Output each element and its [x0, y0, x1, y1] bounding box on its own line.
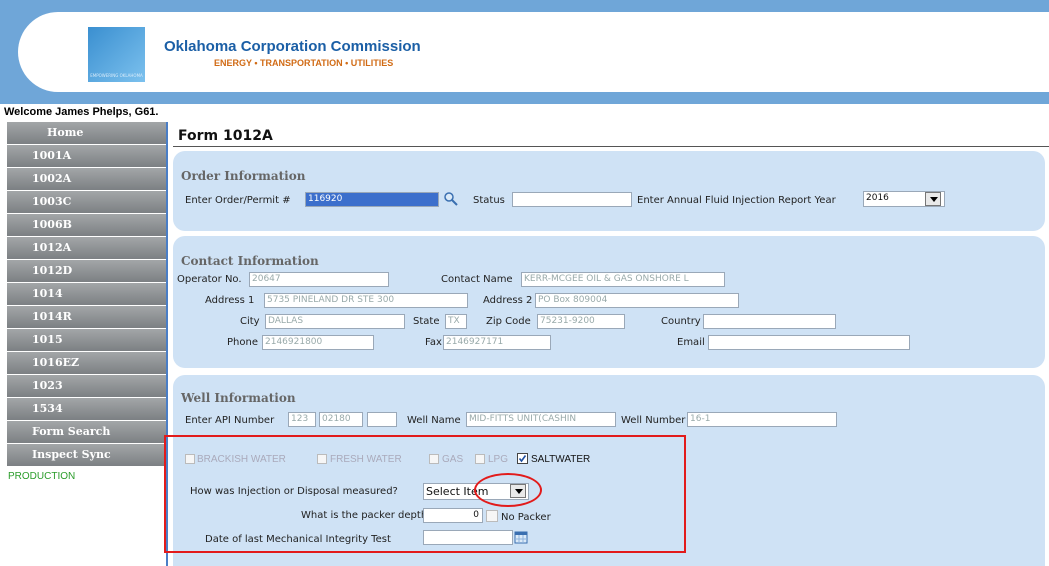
order-information-panel: Order Information Enter Order/Permit # 1…	[173, 151, 1045, 231]
page-title: Form 1012A	[178, 128, 273, 144]
title-divider	[173, 146, 1049, 147]
api-number-part2[interactable]: 02180	[319, 412, 363, 427]
phone-input[interactable]: 2146921800	[262, 335, 374, 350]
api-number-part1[interactable]: 123	[288, 412, 316, 427]
status-input[interactable]	[512, 192, 632, 207]
country-input[interactable]	[703, 314, 836, 329]
fax-label: Fax	[425, 337, 442, 348]
fax-input[interactable]: 2146927171	[443, 335, 551, 350]
app-header: EMPOWERING OKLAHOMA Oklahoma Corporation…	[0, 0, 1049, 104]
permit-input[interactable]: 116920	[305, 192, 439, 207]
contact-name-label: Contact Name	[441, 274, 513, 285]
sidebar: Home 1001A 1002A 1003C 1006B 1012A 1012D…	[7, 122, 167, 566]
sidebar-item-1002a[interactable]: 1002A	[7, 168, 167, 190]
email-input[interactable]	[708, 335, 910, 350]
sidebar-item-1012d[interactable]: 1012D	[7, 260, 167, 282]
year-label: Enter Annual Fluid Injection Report Year	[637, 195, 836, 206]
contact-name-input[interactable]: KERR-MCGEE OIL & GAS ONSHORE L	[521, 272, 725, 287]
org-subtitle: ENERGY • TRANSPORTATION • UTILITIES	[214, 58, 394, 68]
occ-logo: EMPOWERING OKLAHOMA	[88, 27, 145, 82]
city-input[interactable]: DALLAS	[265, 314, 405, 329]
highlight-box	[164, 435, 686, 553]
email-label: Email	[677, 337, 705, 348]
sidebar-item-1014r[interactable]: 1014R	[7, 306, 167, 328]
state-label: State	[413, 316, 440, 327]
country-label: Country	[661, 316, 701, 327]
sidebar-item-form-search[interactable]: Form Search	[7, 421, 167, 443]
well-number-label: Well Number	[621, 415, 686, 426]
search-icon[interactable]	[443, 191, 459, 207]
permit-label: Enter Order/Permit #	[185, 195, 291, 206]
welcome-text: Welcome James Phelps, G61.	[4, 106, 159, 118]
state-input[interactable]: TX	[445, 314, 467, 329]
logo-text: EMPOWERING OKLAHOMA	[90, 73, 143, 78]
contact-information-panel: Contact Information Operator No. 20647 C…	[173, 236, 1045, 368]
address2-input[interactable]: PO Box 809004	[535, 293, 739, 308]
contact-information-title: Contact Information	[181, 254, 319, 268]
environment-label: PRODUCTION	[8, 471, 76, 482]
sidebar-item-1015[interactable]: 1015	[7, 329, 167, 351]
api-number-part3[interactable]	[367, 412, 397, 427]
address2-label: Address 2	[483, 295, 533, 306]
sidebar-item-home[interactable]: Home	[7, 122, 167, 144]
status-label: Status	[473, 195, 505, 206]
header-banner: EMPOWERING OKLAHOMA Oklahoma Corporation…	[18, 12, 1049, 92]
api-number-label: Enter API Number	[185, 415, 275, 426]
operator-input[interactable]: 20647	[249, 272, 389, 287]
sidebar-item-1534[interactable]: 1534	[7, 398, 167, 420]
operator-label: Operator No.	[177, 274, 242, 285]
chevron-down-icon[interactable]	[925, 192, 941, 206]
city-label: City	[240, 316, 260, 327]
well-number-input[interactable]: 16-1	[687, 412, 837, 427]
year-select-value: 2016	[866, 193, 889, 203]
phone-label: Phone	[227, 337, 258, 348]
highlight-ellipse	[474, 473, 542, 507]
well-name-input[interactable]: MID-FITTS UNIT(CASHIN	[466, 412, 616, 427]
sidebar-item-1014[interactable]: 1014	[7, 283, 167, 305]
zip-label: Zip Code	[486, 316, 531, 327]
sidebar-item-inspect-sync[interactable]: Inspect Sync	[7, 444, 167, 466]
well-information-title: Well Information	[181, 391, 296, 405]
well-name-label: Well Name	[407, 415, 461, 426]
sidebar-item-1012a[interactable]: 1012A	[7, 237, 167, 259]
sidebar-item-1006b[interactable]: 1006B	[7, 214, 167, 236]
sidebar-item-1003c[interactable]: 1003C	[7, 191, 167, 213]
order-information-title: Order Information	[181, 169, 306, 183]
org-name: Oklahoma Corporation Commission	[164, 38, 421, 55]
sidebar-item-1016ez[interactable]: 1016EZ	[7, 352, 167, 374]
address1-label: Address 1	[205, 295, 255, 306]
sidebar-item-1001a[interactable]: 1001A	[7, 145, 167, 167]
sidebar-item-1023[interactable]: 1023	[7, 375, 167, 397]
zip-input[interactable]: 75231-9200	[537, 314, 625, 329]
address1-input[interactable]: 5735 PINELAND DR STE 300	[264, 293, 468, 308]
